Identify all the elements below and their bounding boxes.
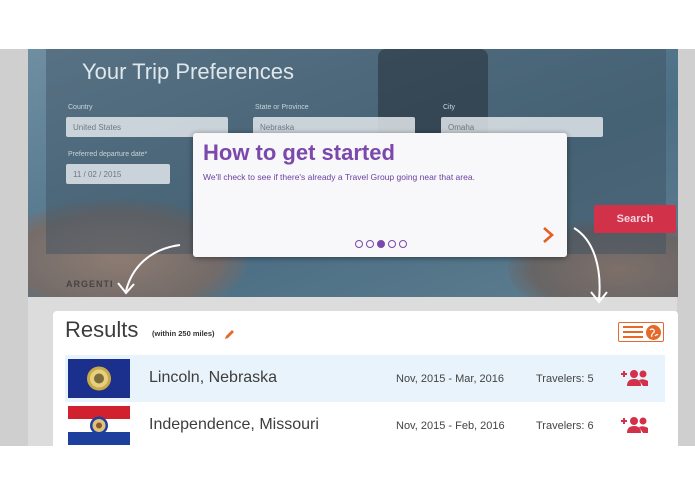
results-radius: (within 250 miles) [152, 329, 215, 338]
state-label: State or Province [255, 104, 309, 111]
results-title: Results [65, 317, 139, 342]
step-dot-5[interactable] [399, 240, 407, 248]
step-dot-1[interactable] [355, 240, 363, 248]
pencil-edit-icon[interactable] [224, 329, 236, 341]
popup-title: How to get started [203, 140, 395, 165]
result-city[interactable]: Lincoln, Nebraska [149, 369, 277, 387]
map-label: ARGENTI [66, 279, 114, 289]
step-indicator [355, 240, 407, 248]
result-dates: Nov, 2015 - Mar, 2016 [396, 373, 505, 385]
view-toggle [618, 322, 664, 342]
nebraska-flag [68, 359, 130, 398]
onboarding-popup: How to get started We'll check to see if… [193, 133, 567, 257]
missouri-flag [68, 406, 130, 445]
result-row[interactable]: Independence, Missouri Nov, 2015 - Feb, … [65, 402, 665, 446]
step-dot-2[interactable] [366, 240, 374, 248]
add-group-icon[interactable] [620, 415, 650, 435]
step-dot-3-active[interactable] [377, 240, 385, 248]
left-gutter [0, 49, 28, 446]
date-label: Preferred departure date* [68, 151, 148, 158]
result-dates: Nov, 2015 - Feb, 2016 [396, 420, 505, 432]
city-label: City [443, 104, 456, 111]
chevron-right-icon[interactable] [540, 226, 556, 246]
hint-arrow-icon [117, 244, 181, 295]
app-frame: ARGENTI Your Trip Preferences Country Un… [0, 49, 695, 446]
result-city[interactable]: Independence, Missouri [149, 416, 319, 434]
result-travelers: Travelers: 6 [536, 420, 594, 432]
popup-text: We'll check to see if there's already a … [203, 172, 475, 182]
country-label: Country [68, 104, 93, 111]
globe-map-view-icon[interactable] [646, 325, 661, 340]
results-panel: Results (within 250 miles) Lincoln, Nebr… [53, 311, 678, 446]
departure-date-field[interactable]: 11 / 02 / 2015 [66, 164, 170, 184]
preferences-title: Your Trip Preferences [82, 59, 294, 84]
right-gutter [677, 49, 695, 446]
hint-arrow-icon [573, 227, 608, 304]
result-row[interactable]: Lincoln, Nebraska Nov, 2015 - Mar, 2016 … [65, 355, 665, 402]
list-view-icon[interactable] [623, 326, 643, 339]
result-travelers: Travelers: 5 [536, 373, 594, 385]
step-dot-4[interactable] [388, 240, 396, 248]
add-group-icon[interactable] [620, 368, 650, 388]
